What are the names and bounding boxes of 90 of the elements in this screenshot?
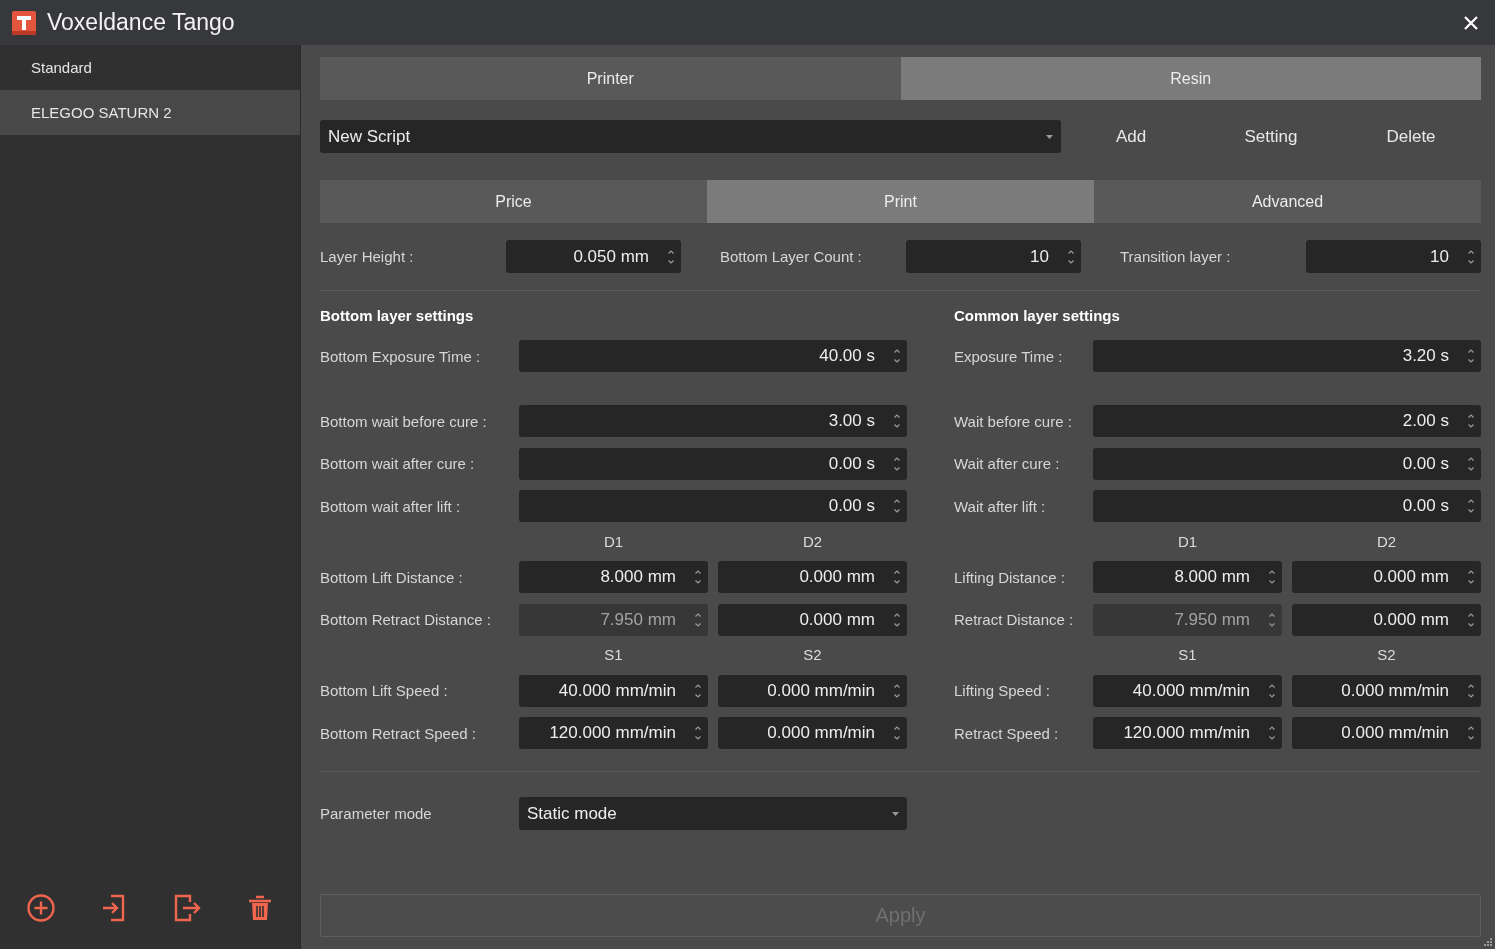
number-field[interactable]: 0.000 mm: [718, 561, 907, 593]
column-heading: S2: [1377, 646, 1396, 664]
field-label: Bottom Lift Distance :: [320, 568, 464, 586]
number-field[interactable]: 120.000 mm/min: [1093, 717, 1282, 749]
script-action-button[interactable]: Delete: [1380, 122, 1442, 151]
column-heading: D1: [1177, 532, 1198, 551]
caret-icon: [1046, 134, 1053, 139]
script-action-button[interactable]: Setting: [1238, 122, 1304, 151]
field-label: Transition layer :: [1120, 248, 1232, 265]
column-heading: D2: [802, 532, 823, 551]
stepper-arrows-icon[interactable]: [1467, 497, 1475, 515]
script-dropdown[interactable]: New Script: [320, 120, 1061, 153]
number-field[interactable]: 0.00 s: [1093, 490, 1481, 522]
stepper-arrows-icon[interactable]: [893, 347, 901, 365]
field-label: Bottom wait after cure :: [320, 455, 476, 472]
window-title: Voxeldance Tango: [47, 9, 235, 36]
number-field[interactable]: 0.000 mm/min: [718, 674, 907, 707]
trash-icon[interactable]: [246, 894, 274, 922]
stepper-arrows-icon[interactable]: [694, 724, 702, 742]
stepper-arrows-icon[interactable]: [893, 412, 901, 430]
number-field[interactable]: 10: [1306, 240, 1481, 273]
number-field[interactable]: 0.000 mm/min: [1292, 717, 1481, 749]
section-heading: Common layer settings: [954, 306, 1121, 326]
number-field[interactable]: 40.00 s: [519, 340, 907, 372]
number-field[interactable]: 10: [906, 240, 1081, 273]
script-action-button[interactable]: Add: [1109, 122, 1153, 151]
field-label: Bottom Exposure Time :: [320, 347, 482, 365]
field-label: Bottom wait before cure :: [320, 412, 488, 430]
number-field[interactable]: 3.00 s: [519, 405, 907, 437]
stepper-arrows-icon[interactable]: [1467, 412, 1475, 430]
column-heading: D2: [1376, 532, 1397, 551]
number-field[interactable]: 0.00 s: [519, 447, 907, 480]
section-tab[interactable]: Advanced: [1094, 180, 1481, 223]
column-heading: S1: [604, 646, 623, 664]
number-field[interactable]: 0.050 mm: [506, 240, 681, 273]
number-field[interactable]: 0.00 s: [519, 490, 907, 522]
caret-icon: [892, 811, 899, 816]
field-label: Wait before cure :: [954, 412, 1073, 430]
number-field[interactable]: 8.000 mm: [519, 561, 708, 593]
column-heading: S1: [1178, 646, 1197, 664]
field-label: Bottom wait after lift :: [320, 497, 462, 515]
field-label: Bottom Lift Speed :: [320, 682, 449, 699]
plus-circle-icon[interactable]: [27, 894, 55, 922]
field-label: Exposure Time :: [954, 347, 1064, 365]
number-field[interactable]: 0.000 mm: [1292, 603, 1481, 636]
printer-resin-tab[interactable]: Printer: [320, 57, 901, 100]
field-label: Wait after cure :: [954, 455, 1061, 472]
section-tab[interactable]: Price: [320, 180, 707, 223]
stepper-arrows-icon[interactable]: [893, 568, 901, 586]
printer-resin-tab[interactable]: Resin: [900, 57, 1481, 100]
field-label: Lifting Distance :: [954, 568, 1066, 586]
field-label: Wait after lift :: [954, 497, 1047, 515]
number-field[interactable]: 0.00 s: [1093, 447, 1481, 480]
stepper-arrows-icon[interactable]: [893, 497, 901, 515]
arrow-out-of-box-icon[interactable]: [173, 894, 201, 922]
mode-dropdown[interactable]: Static mode: [519, 797, 907, 830]
stepper-arrows-icon[interactable]: [1467, 347, 1475, 365]
field-label: Retract Distance :: [954, 611, 1075, 628]
field-label: Retract Speed :: [954, 724, 1060, 742]
field-label: Bottom Retract Speed :: [320, 724, 477, 742]
section-heading: Bottom layer settings: [320, 306, 475, 326]
stepper-arrows-icon[interactable]: [1467, 724, 1475, 742]
stepper-arrows-icon[interactable]: [694, 568, 702, 586]
stepper-arrows-icon[interactable]: [893, 724, 901, 742]
number-field[interactable]: 40.000 mm/min: [1093, 674, 1282, 707]
stepper-arrows-icon[interactable]: [1268, 568, 1276, 586]
number-field[interactable]: 40.000 mm/min: [519, 674, 708, 707]
number-field[interactable]: 8.000 mm: [1093, 561, 1282, 593]
number-field[interactable]: 0.000 mm/min: [718, 717, 907, 749]
field-label: Lifting Speed :: [954, 682, 1051, 699]
resize-grip-icon[interactable]: [1484, 938, 1492, 946]
column-heading: D1: [603, 532, 624, 551]
number-field[interactable]: 2.00 s: [1093, 405, 1481, 437]
stepper-arrows-icon[interactable]: [1268, 724, 1276, 742]
number-field[interactable]: 0.000 mm/min: [1292, 674, 1481, 707]
field-label: Bottom Layer Count :: [720, 248, 863, 265]
number-field[interactable]: 120.000 mm/min: [519, 717, 708, 749]
number-field[interactable]: 0.000 mm: [1292, 561, 1481, 593]
close-icon[interactable]: [1463, 14, 1479, 31]
number-field[interactable]: 3.20 s: [1093, 340, 1481, 372]
field-label: Bottom Retract Distance :: [320, 611, 492, 628]
column-heading: S2: [803, 646, 822, 664]
logo-icon: [12, 10, 36, 35]
field-label: Layer Height :: [320, 248, 415, 265]
sidebar-item[interactable]: ELEGOO SATURN 2: [0, 90, 300, 135]
number-field[interactable]: 0.000 mm: [718, 603, 907, 636]
section-tab[interactable]: Print: [707, 180, 1094, 223]
stepper-arrows-icon[interactable]: [1467, 568, 1475, 586]
field-label: Parameter mode: [320, 805, 433, 822]
sidebar-item[interactable]: Standard: [0, 45, 300, 90]
